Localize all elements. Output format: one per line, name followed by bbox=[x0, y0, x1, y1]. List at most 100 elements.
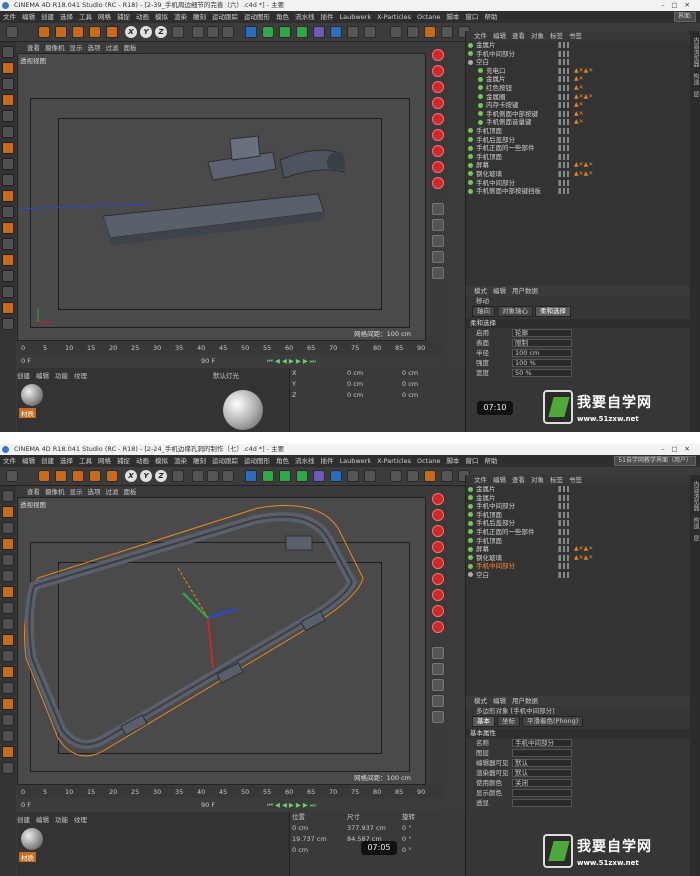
object-row[interactable]: 屏幕 ▲✕▲✕ bbox=[466, 161, 690, 170]
tool-icon[interactable] bbox=[2, 254, 14, 266]
cube-icon[interactable] bbox=[245, 470, 257, 482]
tool-icon[interactable] bbox=[2, 126, 14, 138]
visibility-toggle[interactable] bbox=[558, 554, 570, 561]
right-sidebar-tabs[interactable]: 内容浏览器 构造层 bbox=[690, 475, 700, 876]
script-icon[interactable] bbox=[432, 251, 444, 263]
object-row[interactable]: 手机正面的一些部件 bbox=[466, 528, 690, 537]
script-icon[interactable] bbox=[432, 647, 444, 659]
tool-icon[interactable] bbox=[2, 506, 14, 518]
model-mode-icon[interactable] bbox=[441, 470, 453, 482]
tool-icon[interactable] bbox=[2, 666, 14, 678]
render-picture-icon[interactable] bbox=[207, 470, 219, 482]
object-row[interactable]: 手机侧面中部按键挡板 bbox=[466, 187, 690, 196]
prop-row[interactable]: 图层 bbox=[466, 748, 690, 758]
object-row[interactable]: 手机顶面 bbox=[466, 153, 690, 162]
prop-value[interactable] bbox=[512, 749, 572, 757]
primitive-icon[interactable] bbox=[432, 493, 444, 505]
tool-icon[interactable] bbox=[2, 174, 14, 186]
tool-icon[interactable] bbox=[2, 602, 14, 614]
timeline-ruler[interactable]: 0 5 10 15 20 25 30 35 40 45 50 55 60 65 70 75 80 85 90 bbox=[17, 342, 443, 354]
tool-icon[interactable] bbox=[2, 730, 14, 742]
z-axis-icon[interactable]: Z bbox=[155, 26, 167, 38]
om-menu-view[interactable]: 查看 bbox=[512, 476, 525, 484]
tag-icons[interactable]: ▲✕ bbox=[574, 102, 584, 108]
prop-row[interactable]: 半径 100 cm bbox=[466, 348, 690, 358]
visibility-toggle[interactable] bbox=[558, 537, 570, 544]
primitive-icon[interactable] bbox=[432, 573, 444, 585]
phone-frame-model[interactable] bbox=[18, 498, 427, 786]
mat-menu-function[interactable]: 功能 bbox=[55, 816, 68, 824]
visibility-toggle[interactable] bbox=[558, 67, 570, 74]
transform-icon[interactable] bbox=[106, 470, 118, 482]
phone-parts-model[interactable] bbox=[18, 54, 427, 342]
primitive-icon[interactable] bbox=[432, 605, 444, 617]
tab-object-axis[interactable]: 对象轴心 bbox=[497, 306, 533, 317]
visibility-toggle[interactable] bbox=[558, 76, 570, 83]
prop-row[interactable]: 启用 轮廓 bbox=[466, 328, 690, 338]
tool-icon[interactable] bbox=[2, 586, 14, 598]
visibility-toggle[interactable] bbox=[558, 563, 570, 570]
object-row[interactable]: 金属圈 ▲✕▲✕ bbox=[466, 93, 690, 102]
menu-xparticles[interactable]: X-Particles bbox=[374, 11, 414, 23]
tool-icon[interactable] bbox=[2, 206, 14, 218]
tool-icon[interactable] bbox=[2, 142, 14, 154]
move-icon[interactable] bbox=[55, 470, 67, 482]
visibility-toggle[interactable] bbox=[558, 93, 570, 100]
layout-dropdown[interactable]: 界面: bbox=[673, 12, 696, 22]
menu-animate[interactable]: 动画 bbox=[133, 455, 152, 467]
visibility-toggle[interactable] bbox=[558, 102, 570, 109]
menu-motion-tracker[interactable]: 运动跟踪 bbox=[209, 455, 241, 467]
coord-row[interactable]: X0 cm 0 cm bbox=[290, 368, 465, 379]
coord-row[interactable]: 0 cm 377.937 cm 0 ° bbox=[290, 823, 465, 834]
x-axis-icon[interactable]: X bbox=[125, 26, 137, 38]
mat-menu-function[interactable]: 功能 bbox=[55, 372, 68, 380]
visibility-toggle[interactable] bbox=[558, 511, 570, 518]
tool-icon[interactable] bbox=[2, 490, 14, 502]
menu-octane[interactable]: Octane bbox=[414, 455, 443, 467]
tool-icon[interactable] bbox=[2, 238, 14, 250]
prop-value[interactable]: 100 % bbox=[512, 359, 572, 367]
prop-value[interactable] bbox=[512, 799, 572, 807]
menu-octane[interactable]: Octane bbox=[414, 11, 443, 23]
scale-icon[interactable] bbox=[72, 470, 84, 482]
prop-value[interactable]: 100 cm bbox=[512, 349, 572, 357]
y-axis-icon[interactable]: Y bbox=[140, 26, 152, 38]
primitive-icon[interactable] bbox=[432, 541, 444, 553]
rotate-icon[interactable] bbox=[89, 470, 101, 482]
coord-system-icon[interactable] bbox=[172, 470, 184, 482]
attr-menu-edit[interactable]: 编辑 bbox=[493, 697, 506, 705]
menu-simulate[interactable]: 模拟 bbox=[152, 455, 171, 467]
visibility-toggle[interactable] bbox=[558, 503, 570, 510]
tool-icon[interactable] bbox=[2, 302, 14, 314]
menu-window[interactable]: 窗口 bbox=[462, 455, 481, 467]
menu-motion-tracker[interactable]: 运动跟踪 bbox=[209, 11, 241, 23]
tool-icon[interactable] bbox=[2, 94, 14, 106]
om-menu-edit[interactable]: 编辑 bbox=[493, 476, 506, 484]
viewport-menu-display[interactable]: 显示 bbox=[70, 488, 83, 496]
tool-icon[interactable] bbox=[2, 682, 14, 694]
tag-icons[interactable]: ▲✕ bbox=[574, 84, 584, 91]
primitive-icon[interactable] bbox=[432, 509, 444, 521]
array-icon[interactable] bbox=[296, 26, 308, 38]
tag-icons[interactable]: ▲✕ bbox=[574, 110, 584, 117]
points-mode-icon[interactable] bbox=[390, 470, 402, 482]
prop-row[interactable]: 使用颜色 关闭 bbox=[466, 778, 690, 788]
coord-row[interactable]: Z0 cm 0 cm bbox=[290, 390, 465, 401]
menu-window[interactable]: 窗口 bbox=[462, 11, 481, 23]
visibility-toggle[interactable] bbox=[558, 494, 570, 501]
viewport-menu-display[interactable]: 显示 bbox=[70, 44, 83, 52]
tool-icon[interactable] bbox=[2, 62, 14, 74]
array-icon[interactable] bbox=[296, 470, 308, 482]
om-menu-edit[interactable]: 编辑 bbox=[493, 32, 506, 40]
prop-row[interactable]: 宽度 50 % bbox=[466, 368, 690, 378]
attr-menu-mode[interactable]: 模式 bbox=[474, 697, 487, 705]
floor-icon[interactable] bbox=[330, 470, 342, 482]
om-menu-bookmarks[interactable]: 书签 bbox=[569, 32, 582, 40]
visibility-toggle[interactable] bbox=[558, 528, 570, 535]
edges-mode-icon[interactable] bbox=[407, 470, 419, 482]
tool-icon[interactable] bbox=[2, 318, 14, 330]
viewport-menu-view[interactable]: 查看 bbox=[27, 488, 40, 496]
tab-soft-selection[interactable]: 柔和选择 bbox=[535, 306, 571, 317]
render-settings-icon[interactable] bbox=[222, 26, 234, 38]
primitive-icon[interactable] bbox=[432, 525, 444, 537]
